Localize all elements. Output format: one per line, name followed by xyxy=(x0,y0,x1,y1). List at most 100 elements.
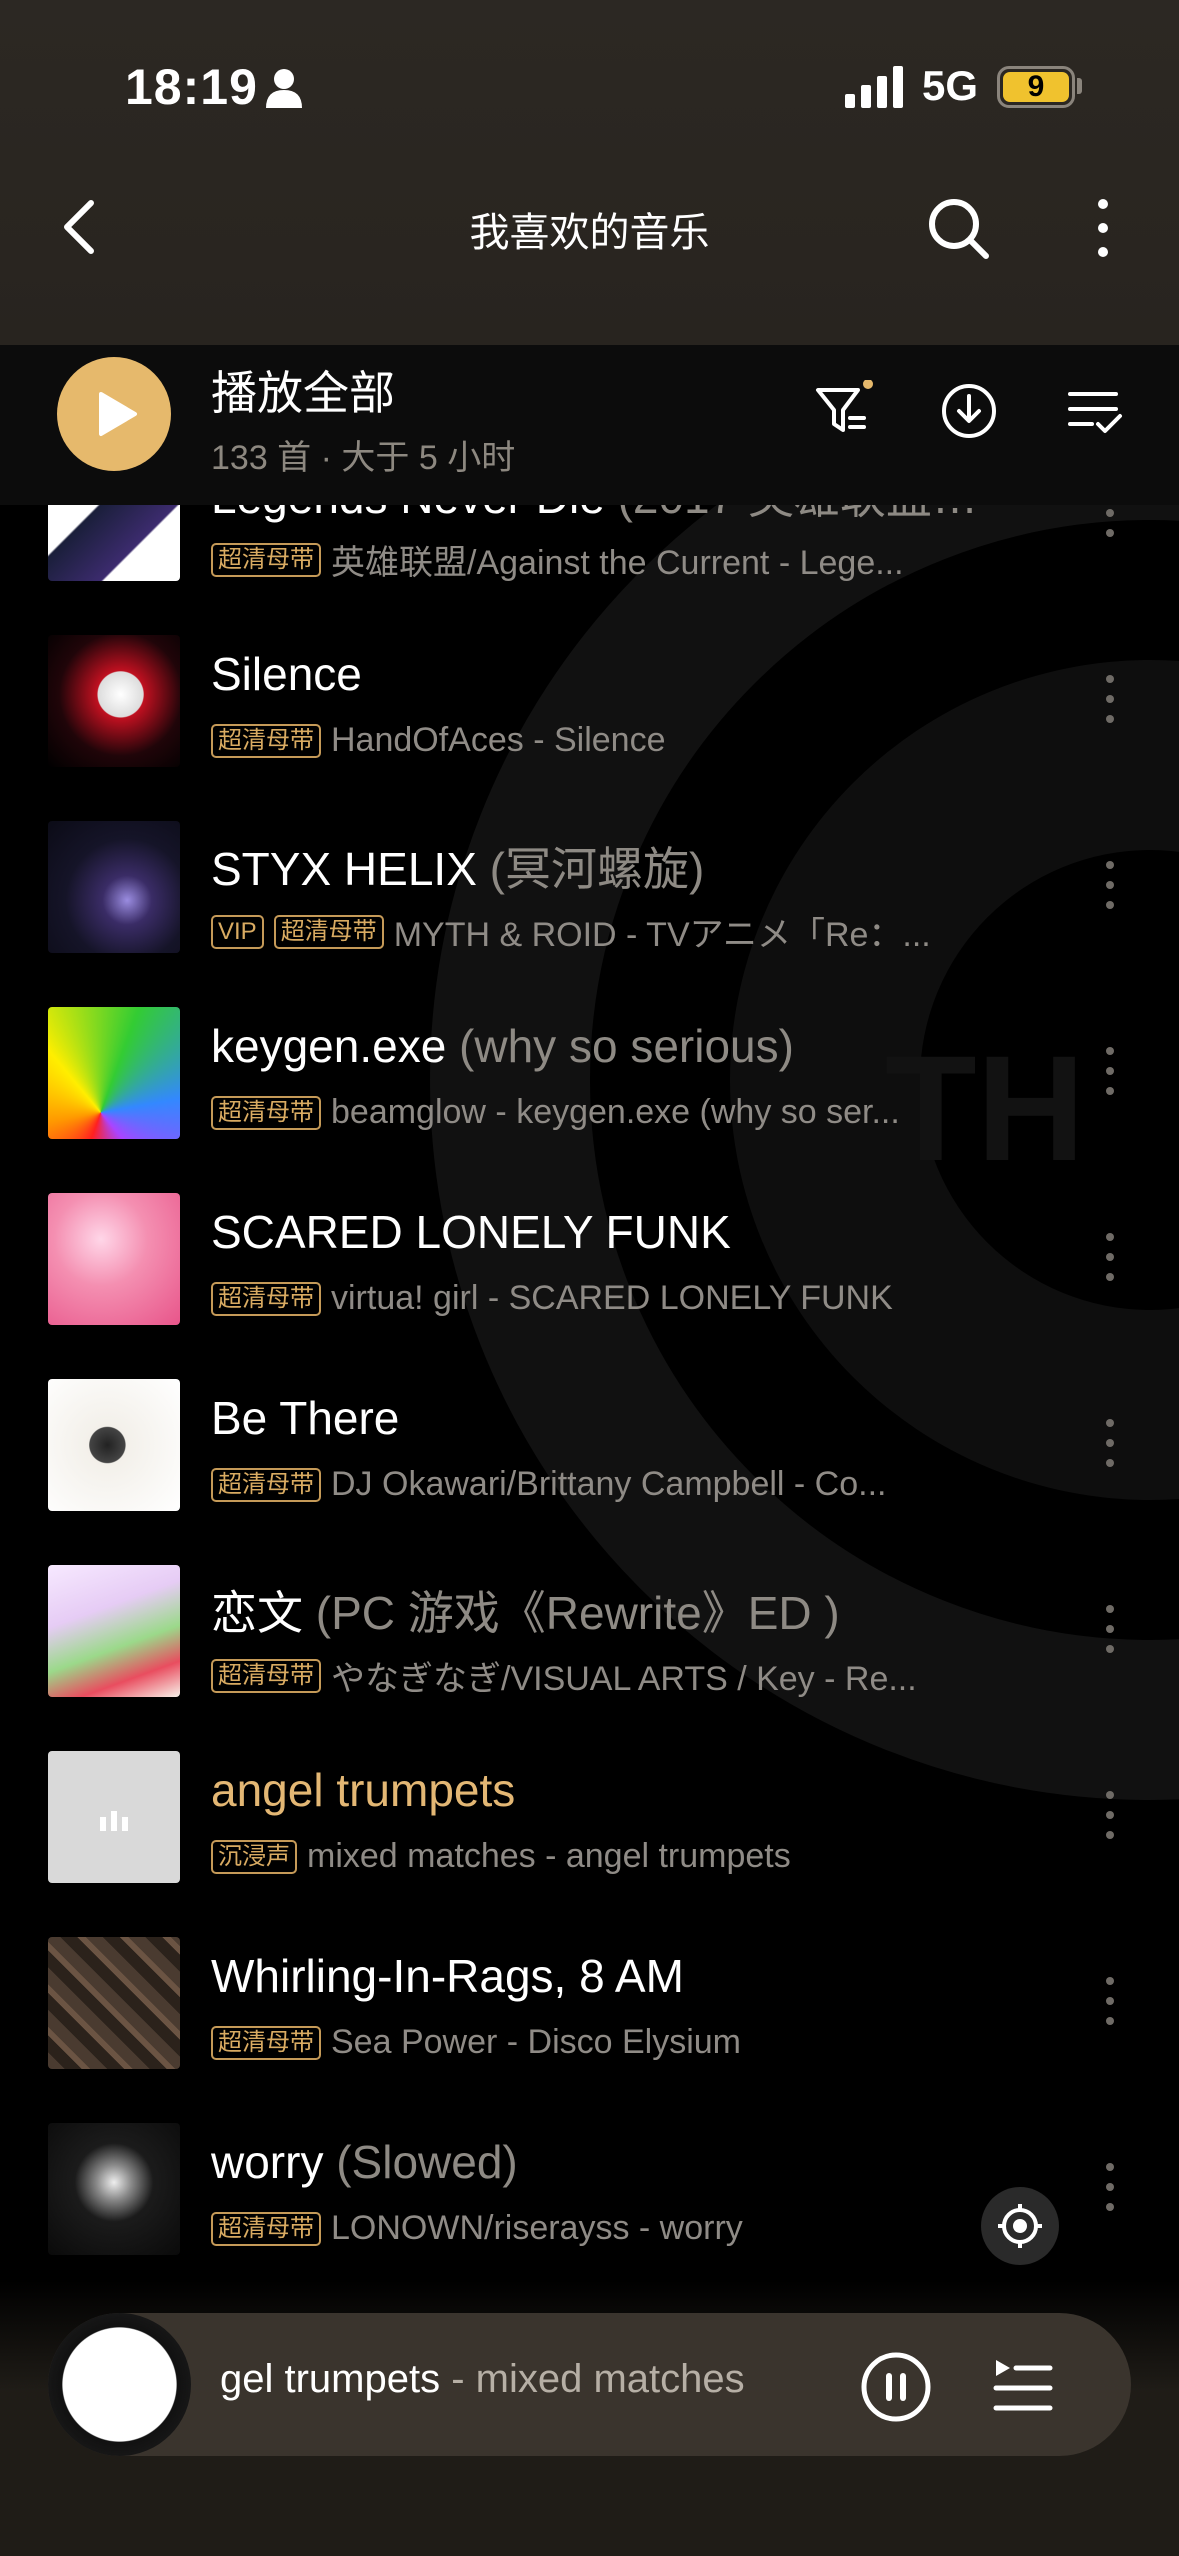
album-cover xyxy=(48,1565,180,1697)
song-artist-album: HandOfAces - Silence xyxy=(331,721,666,759)
song-row[interactable]: SCARED LONELY FUNK 超清母带 virtua! girl - SCA… xyxy=(0,1165,1179,1351)
filter-icon[interactable] xyxy=(812,380,874,442)
page-title: 我喜欢的音乐 xyxy=(469,211,710,255)
song-meta: 超清母带 LONOWN/riserayss - worry xyxy=(211,2209,743,2248)
now-playing-separator: - xyxy=(440,2357,476,2401)
song-row[interactable]: 恋文 (PC 游戏《Rewrite》ED ) 超清母带 やなぎなぎ/VISUAL A… xyxy=(0,1537,1179,1723)
now-playing-disc[interactable] xyxy=(48,2313,191,2456)
now-playing-text[interactable]: gel trumpets - mixed matches xyxy=(220,2357,810,2413)
song-artist-album: mixed matches - angel trumpets xyxy=(307,1837,791,1875)
song-meta: VIP 超清母带 MYTH & ROID - TVアニメ「Re：... xyxy=(211,907,931,956)
song-title-main: 恋文 xyxy=(211,1587,303,1639)
song-row[interactable]: angel trumpets 沉浸声 mixed matches - angel t… xyxy=(0,1723,1179,1909)
song-meta: 超清母带 Sea Power - Disco Elysium xyxy=(211,2023,741,2062)
song-title-main: STYX HELIX xyxy=(211,843,477,895)
pause-button[interactable] xyxy=(860,2351,932,2423)
song-title: STYX HELIX (冥河螺旋) xyxy=(211,833,704,899)
song-row[interactable]: STYX HELIX (冥河螺旋) VIP 超清母带 MYTH & ROID - TV… xyxy=(0,793,1179,979)
song-list: Legends Never Die (2017 英雄联盟…超清母带英雄联盟/Ag… xyxy=(0,505,1179,2285)
song-row[interactable]: Whirling-In-Rags, 8 AM 超清母带 Sea Power - Di… xyxy=(0,1909,1179,2095)
song-meta: 超清母带 やなぎなぎ/VISUAL ARTS / Key - Re... xyxy=(211,1651,917,1700)
song-title: worry (Slowed) xyxy=(211,2135,518,2189)
song-title-main: keygen.exe xyxy=(211,1020,447,1072)
song-artist-album: MYTH & ROID - TVアニメ「Re：... xyxy=(393,916,931,954)
album-cover xyxy=(48,505,180,581)
song-row[interactable]: keygen.exe (why so serious) 超清母带 beamglow … xyxy=(0,979,1179,1165)
song-title-main: worry xyxy=(211,2136,324,2188)
quality-badge: 超清母带 xyxy=(211,1095,321,1130)
song-meta: 超清母带 beamglow - keygen.exe (why so ser... xyxy=(211,1093,900,1132)
song-more-icon[interactable] xyxy=(1098,2157,1122,2217)
song-title-extra: (why so serious) xyxy=(446,1020,794,1072)
quality-badge: 超清母带 xyxy=(211,2025,321,2060)
song-more-icon[interactable] xyxy=(1098,1599,1122,1659)
song-more-icon[interactable] xyxy=(1098,1041,1122,1101)
song-artist-album: virtua! girl - SCARED LONELY FUNK xyxy=(331,1279,893,1317)
song-artist-album: LONOWN/riserayss - worry xyxy=(331,2209,743,2247)
song-meta: 超清母带 virtua! girl - SCARED LONELY FUNK xyxy=(211,1279,893,1318)
battery-tip xyxy=(1077,78,1082,94)
quality-badge: 超清母带 xyxy=(211,2211,321,2246)
song-title: 恋文 (PC 游戏《Rewrite》ED ) xyxy=(211,1577,840,1643)
play-all-label[interactable]: 播放全部 xyxy=(211,357,395,423)
song-title-extra: (Slowed) xyxy=(323,2136,518,2188)
quality-badge: 沉浸声 xyxy=(211,1839,297,1874)
album-cover xyxy=(48,635,180,767)
song-title-main: angel trumpets xyxy=(211,1764,516,1816)
quality-badge: 超清母带 xyxy=(211,1658,321,1693)
song-more-icon[interactable] xyxy=(1098,1971,1122,2031)
song-meta: 超清母带 DJ Okawari/Brittany Campbell - Co... xyxy=(211,1465,887,1504)
song-title: keygen.exe (why so serious) xyxy=(211,1019,794,1073)
play-all-bar xyxy=(0,345,1179,505)
quality-badge: 超清母带 xyxy=(211,1281,321,1316)
album-cover xyxy=(48,1007,180,1139)
status-bar: 18:19 5G 9 xyxy=(0,0,1179,175)
song-artist-album: DJ Okawari/Brittany Campbell - Co... xyxy=(331,1465,887,1503)
quality-badge: 超清母带 xyxy=(273,914,384,949)
locate-target-icon xyxy=(998,2204,1042,2248)
song-more-icon[interactable] xyxy=(1098,1227,1122,1287)
song-title: SCARED LONELY FUNK xyxy=(211,1205,731,1259)
playlist-queue-icon[interactable] xyxy=(992,2356,1054,2418)
more-vertical-icon[interactable] xyxy=(1085,192,1121,264)
song-more-icon[interactable] xyxy=(1098,505,1122,543)
album-cover xyxy=(48,1751,180,1883)
album-cover xyxy=(48,1193,180,1325)
quality-badge: 超清母带 xyxy=(211,1467,321,1502)
song-title: Be There xyxy=(211,1391,399,1445)
song-meta: 沉浸声 mixed matches - angel trumpets xyxy=(211,1837,791,1876)
song-title-main: Be There xyxy=(211,1392,400,1444)
now-playing-artist: mixed matches xyxy=(475,2357,745,2401)
play-all-button[interactable] xyxy=(57,357,171,471)
song-title: angel trumpets xyxy=(211,1763,515,1817)
song-row[interactable]: Legends Never Die (2017 英雄联盟… 超清母带英雄联盟/Ag… xyxy=(0,505,1179,607)
song-row[interactable]: Be There 超清母带 DJ Okawari/Brittany Campbell… xyxy=(0,1351,1179,1537)
person-icon xyxy=(266,69,302,108)
multi-select-icon[interactable] xyxy=(1064,380,1126,442)
quality-badge: VIP xyxy=(211,914,264,949)
song-artist-album: やなぎなぎ/VISUAL ARTS / Key - Re... xyxy=(331,1660,917,1698)
quality-badge: 超清母带 xyxy=(211,723,321,758)
song-more-icon[interactable] xyxy=(1098,1413,1122,1473)
network-label: 5G xyxy=(922,62,979,109)
album-cover xyxy=(48,821,180,953)
locate-current-button[interactable] xyxy=(981,2187,1059,2265)
song-title: Silence xyxy=(211,647,362,701)
song-title: Legends Never Die (2017 英雄联盟… xyxy=(211,505,978,527)
song-more-icon[interactable] xyxy=(1098,855,1122,915)
download-icon[interactable] xyxy=(938,380,1000,442)
song-more-icon[interactable] xyxy=(1098,1785,1122,1845)
song-meta: 超清母带 英雄联盟/Against the Current - Lege... xyxy=(211,535,904,584)
album-cover xyxy=(48,1379,180,1511)
song-more-icon[interactable] xyxy=(1098,669,1122,729)
equalizer-icon xyxy=(100,1811,128,1831)
song-title-extra: (PC 游戏《Rewrite》ED ) xyxy=(303,1587,840,1639)
quality-badge: 超清母带 xyxy=(211,542,321,577)
song-title-main: Silence xyxy=(211,648,362,700)
song-artist-album: 英雄联盟/Against the Current - Lege... xyxy=(331,544,904,582)
search-icon[interactable] xyxy=(922,192,994,264)
song-count-duration: 133 首 · 大于 5 小时 xyxy=(211,439,516,477)
now-playing-song: gel trumpets xyxy=(220,2357,441,2401)
song-row[interactable]: Silence 超清母带 HandOfAces - Silence xyxy=(0,607,1179,793)
song-artist-album: beamglow - keygen.exe (why so ser... xyxy=(331,1093,900,1131)
